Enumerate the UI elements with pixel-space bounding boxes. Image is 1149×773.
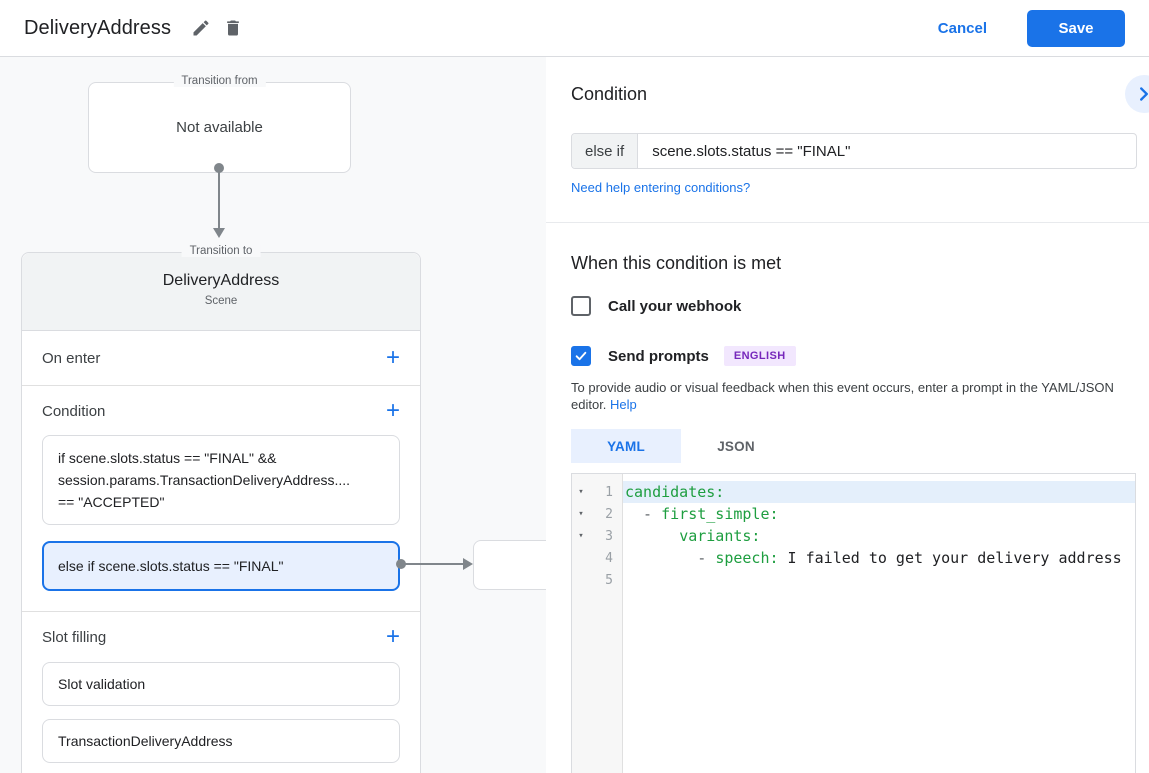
yaml-key: first_simple: — [661, 505, 779, 523]
transition-from-content: Not available — [176, 119, 263, 136]
condition-text-line: == "ACCEPTED" — [58, 494, 165, 510]
condition-detail-panel: Condition else if Need help entering con… — [546, 57, 1149, 773]
connector-line-horizontal — [404, 563, 464, 565]
on-enter-section[interactable]: On enter + — [22, 331, 420, 386]
condition-section-label: Condition — [42, 402, 106, 420]
add-on-enter-button[interactable]: + — [386, 346, 400, 370]
checkmark-icon — [574, 349, 588, 363]
transition-to-legend: Transition to — [181, 245, 261, 257]
slot-filling-section: Slot filling + Slot validation Transacti… — [22, 612, 420, 773]
cancel-button[interactable]: Cancel — [938, 20, 987, 37]
fold-toggle-icon[interactable]: ▾ — [572, 509, 590, 519]
line-number: 3 — [605, 528, 613, 544]
condition-text-line: if scene.slots.status == "FINAL" && — [58, 450, 277, 466]
gutter-row: ▾ 1 — [572, 481, 622, 503]
tab-json[interactable]: JSON — [681, 429, 791, 463]
gutter-row: 4 — [572, 547, 622, 569]
call-webhook-label: Call your webhook — [608, 297, 742, 315]
line-number: 2 — [605, 506, 613, 522]
gutter-row: 5 — [572, 569, 622, 591]
gutter-row: ▾ 3 — [572, 525, 622, 547]
line-number: 4 — [605, 550, 613, 566]
language-badge: ENGLISH — [723, 346, 796, 366]
scene-card: Transition to DeliveryAddress Scene On e… — [21, 245, 421, 773]
scene-card-subtitle: Scene — [204, 295, 238, 307]
condition-text-line: else if scene.slots.status == "FINAL" — [58, 558, 284, 574]
line-number: 1 — [605, 484, 613, 500]
code-line: variants: — [623, 525, 1135, 547]
trash-icon — [223, 18, 243, 38]
conditions-help-link[interactable]: Need help entering conditions? — [571, 180, 750, 195]
code-line: candidates: — [623, 481, 1135, 503]
save-button[interactable]: Save — [1027, 9, 1125, 47]
editor-code-area[interactable]: candidates: - first_simple: variants: - … — [623, 474, 1135, 773]
transition-target-box[interactable] — [473, 540, 546, 590]
delete-scene-button[interactable] — [217, 12, 249, 44]
fold-toggle-icon[interactable]: ▾ — [572, 531, 590, 541]
scene-diagram-canvas: Transition from Not available Transition… — [0, 57, 546, 773]
fold-toggle-icon[interactable]: ▾ — [572, 487, 590, 497]
help-link[interactable]: Help — [610, 397, 637, 412]
scene-card-header[interactable]: DeliveryAddress Scene — [22, 253, 420, 331]
chevron-right-icon — [1133, 83, 1149, 105]
condition-expression-input[interactable] — [638, 134, 1136, 168]
editor-format-tabs: YAML JSON — [571, 429, 791, 463]
yaml-key: variants: — [679, 527, 761, 545]
collapse-panel-button[interactable] — [1125, 75, 1149, 113]
tab-yaml[interactable]: YAML — [571, 429, 681, 463]
yaml-code-editor[interactable]: ▾ 1 ▾ 2 ▾ 3 4 5 candidates: - first_simp… — [571, 473, 1136, 773]
when-condition-met-heading: When this condition is met — [571, 253, 782, 273]
pencil-icon — [191, 18, 211, 38]
condition-expression-row: else if — [571, 133, 1137, 169]
send-prompts-checkbox[interactable] — [571, 346, 591, 366]
condition-item-if[interactable]: if scene.slots.status == "FINAL" && sess… — [42, 435, 400, 525]
slot-filling-label: Slot filling — [42, 628, 107, 646]
arrow-down-icon — [213, 228, 225, 238]
call-webhook-checkbox[interactable] — [571, 296, 591, 316]
prompt-description-text: To provide audio or visual feedback when… — [571, 380, 1114, 412]
send-prompts-row: Send prompts ENGLISH — [571, 346, 796, 366]
page: DeliveryAddress Cancel Save Transition f… — [0, 0, 1149, 773]
arrow-right-icon — [463, 558, 473, 570]
transaction-delivery-address-item[interactable]: TransactionDeliveryAddress — [42, 719, 400, 763]
condition-panel-heading: Condition — [571, 84, 648, 104]
send-prompts-label: Send prompts — [608, 347, 709, 365]
page-title: DeliveryAddress — [24, 16, 172, 39]
top-bar: DeliveryAddress Cancel Save — [0, 0, 1149, 57]
slot-validation-item[interactable]: Slot validation — [42, 662, 400, 706]
yaml-indent: - — [625, 549, 716, 567]
condition-prefix-label: else if — [572, 134, 639, 168]
editor-gutter: ▾ 1 ▾ 2 ▾ 3 4 5 — [572, 474, 623, 773]
code-line: - first_simple: — [623, 503, 1135, 525]
main-content: Transition from Not available Transition… — [0, 57, 1149, 773]
section-divider — [546, 222, 1149, 223]
condition-item-elseif-selected[interactable]: else if scene.slots.status == "FINAL" — [42, 541, 400, 591]
transition-from-legend: Transition from — [173, 75, 266, 87]
yaml-value: I failed to get your delivery address — [778, 549, 1122, 567]
add-slot-button[interactable]: + — [386, 625, 400, 649]
call-webhook-row: Call your webhook — [571, 296, 741, 316]
condition-text-line: session.params.TransactionDeliveryAddres… — [58, 472, 351, 488]
yaml-key: candidates: — [625, 483, 725, 501]
scene-card-title: DeliveryAddress — [162, 272, 280, 289]
line-number: 5 — [605, 572, 613, 588]
yaml-key: speech: — [715, 549, 779, 567]
code-line: - speech: I failed to get your delivery … — [623, 547, 1135, 569]
edit-scene-button[interactable] — [185, 12, 217, 44]
connector-line-vertical — [218, 168, 220, 228]
yaml-indent: - — [625, 505, 662, 523]
transition-from-box: Transition from Not available — [88, 75, 351, 173]
on-enter-label: On enter — [42, 349, 101, 367]
condition-section: Condition + if scene.slots.status == "FI… — [22, 386, 420, 612]
yaml-indent — [625, 527, 679, 545]
prompt-description: To provide audio or visual feedback when… — [571, 379, 1141, 413]
gutter-row: ▾ 2 — [572, 503, 622, 525]
add-condition-button[interactable]: + — [386, 399, 400, 423]
